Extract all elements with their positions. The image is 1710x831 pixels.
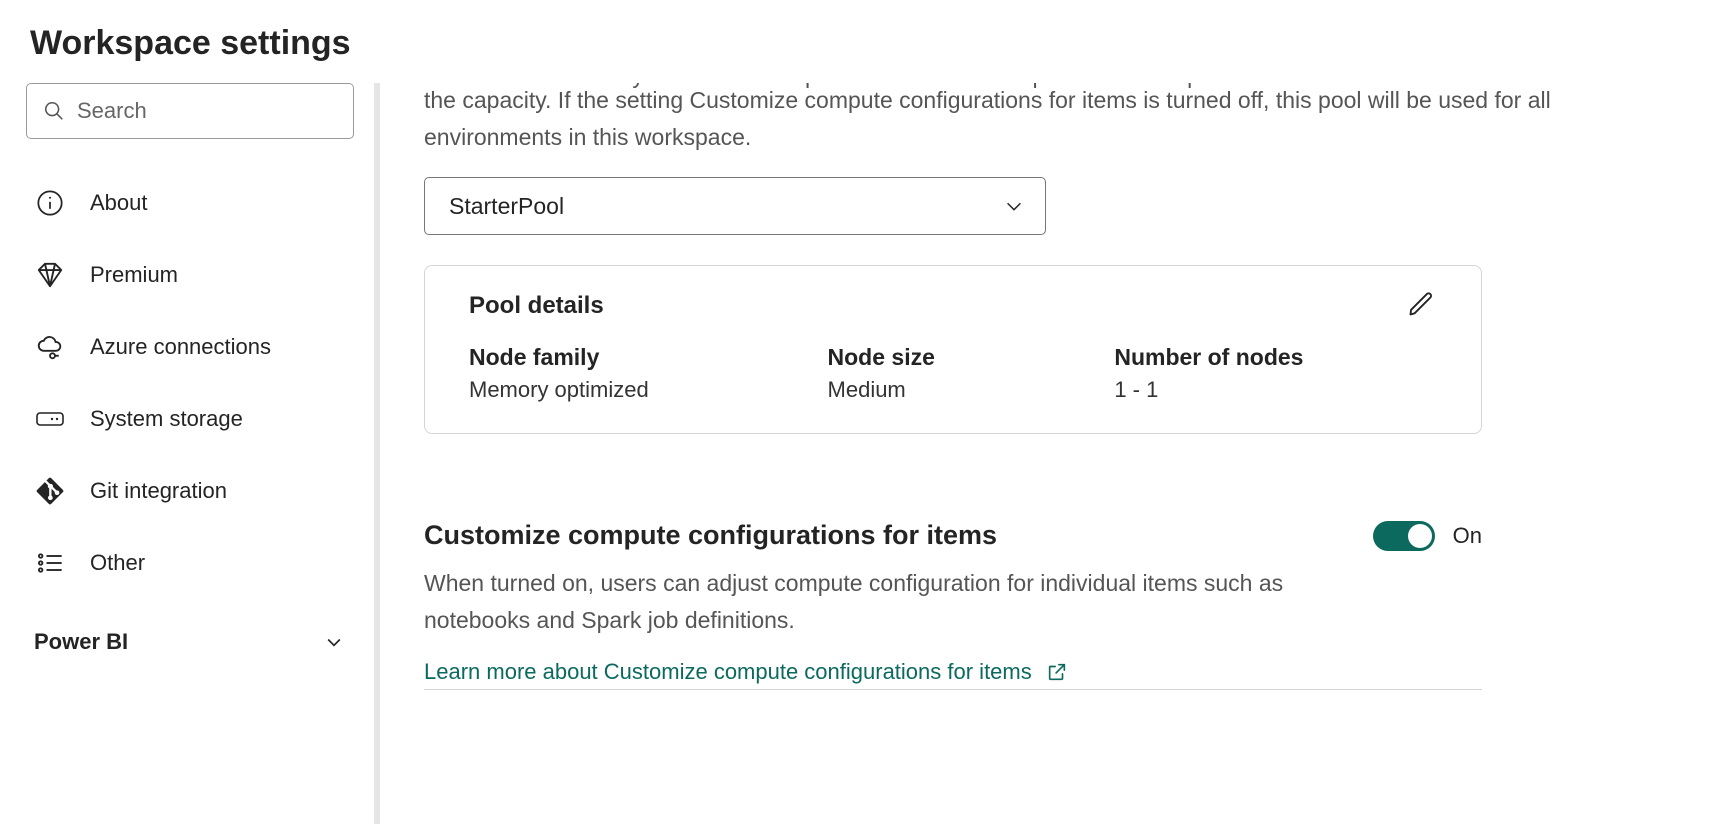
customize-toggle-container: On (1373, 521, 1482, 551)
customize-toggle-label: On (1453, 523, 1482, 549)
sidebar-item-label: Premium (90, 262, 178, 288)
sidebar-item-azure-connections[interactable]: Azure connections (26, 311, 374, 383)
pool-col-node-size: Node size Medium (828, 344, 1115, 403)
sidebar-item-git-integration[interactable]: Git integration (26, 455, 374, 527)
edit-pool-button[interactable] (1407, 290, 1437, 320)
chevron-down-icon (324, 632, 344, 652)
customize-toggle[interactable] (1373, 521, 1435, 551)
sidebar-item-system-storage[interactable]: System storage (26, 383, 374, 455)
pool-dropdown-value: StarterPool (449, 193, 564, 220)
pool-dropdown[interactable]: StarterPool (424, 177, 1046, 235)
external-link-icon (1046, 661, 1068, 683)
customize-header: Customize compute configurations for ite… (424, 520, 1482, 551)
pencil-icon (1407, 290, 1437, 318)
sidebar-item-about[interactable]: About (26, 167, 374, 239)
diamond-icon (34, 259, 66, 291)
pool-col-value: Memory optimized (469, 377, 828, 403)
sidebar-item-other[interactable]: Other (26, 527, 374, 599)
customize-section: Customize compute configurations for ite… (424, 520, 1482, 690)
pool-col-node-family: Node family Memory optimized (469, 344, 828, 403)
sidebar-item-label: System storage (90, 406, 243, 432)
pool-col-value: 1 - 1 (1114, 377, 1437, 403)
search-icon (43, 100, 65, 122)
pool-details-title: Pool details (469, 292, 1437, 320)
search-input-container[interactable] (26, 83, 354, 139)
sidebar-item-premium[interactable]: Premium (26, 239, 374, 311)
git-icon (34, 475, 66, 507)
list-icon (34, 547, 66, 579)
customize-learn-more-link[interactable]: Learn more about Customize compute confi… (424, 659, 1068, 685)
pool-col-label: Number of nodes (1114, 344, 1437, 371)
info-icon (34, 187, 66, 219)
customize-title: Customize compute configurations for ite… (424, 520, 997, 551)
sidebar-item-label: About (90, 190, 148, 216)
toggle-knob (1408, 524, 1432, 548)
sidebar: About Premium Azure connections (0, 83, 380, 824)
chevron-down-icon (1003, 195, 1025, 217)
pool-col-value: Medium (828, 377, 1115, 403)
layout: About Premium Azure connections (0, 83, 1710, 824)
sidebar-item-label: Other (90, 550, 145, 576)
link-text: Learn more about Customize compute confi… (424, 659, 1032, 685)
pool-col-label: Node family (469, 344, 828, 371)
page-title: Workspace settings (0, 0, 1710, 83)
pool-col-number-of-nodes: Number of nodes 1 - 1 (1114, 344, 1437, 403)
sidebar-section-label: Power BI (34, 629, 128, 655)
pool-details-card: Pool details Node family Memory optimize… (424, 265, 1482, 434)
customize-description: When turned on, users can adjust compute… (424, 565, 1364, 639)
pool-col-label: Node size (828, 344, 1115, 371)
cloud-connection-icon (34, 331, 66, 363)
search-input[interactable] (77, 98, 337, 124)
sidebar-item-label: Git integration (90, 478, 227, 504)
pool-description: the capacity. If the setting Customize c… (424, 83, 1670, 155)
main-content: Use the automatically created starter po… (380, 83, 1710, 824)
sidebar-item-label: Azure connections (90, 334, 271, 360)
pool-details-columns: Node family Memory optimized Node size M… (469, 344, 1437, 403)
storage-icon (34, 403, 66, 435)
sidebar-section-power-bi[interactable]: Power BI (26, 599, 374, 655)
